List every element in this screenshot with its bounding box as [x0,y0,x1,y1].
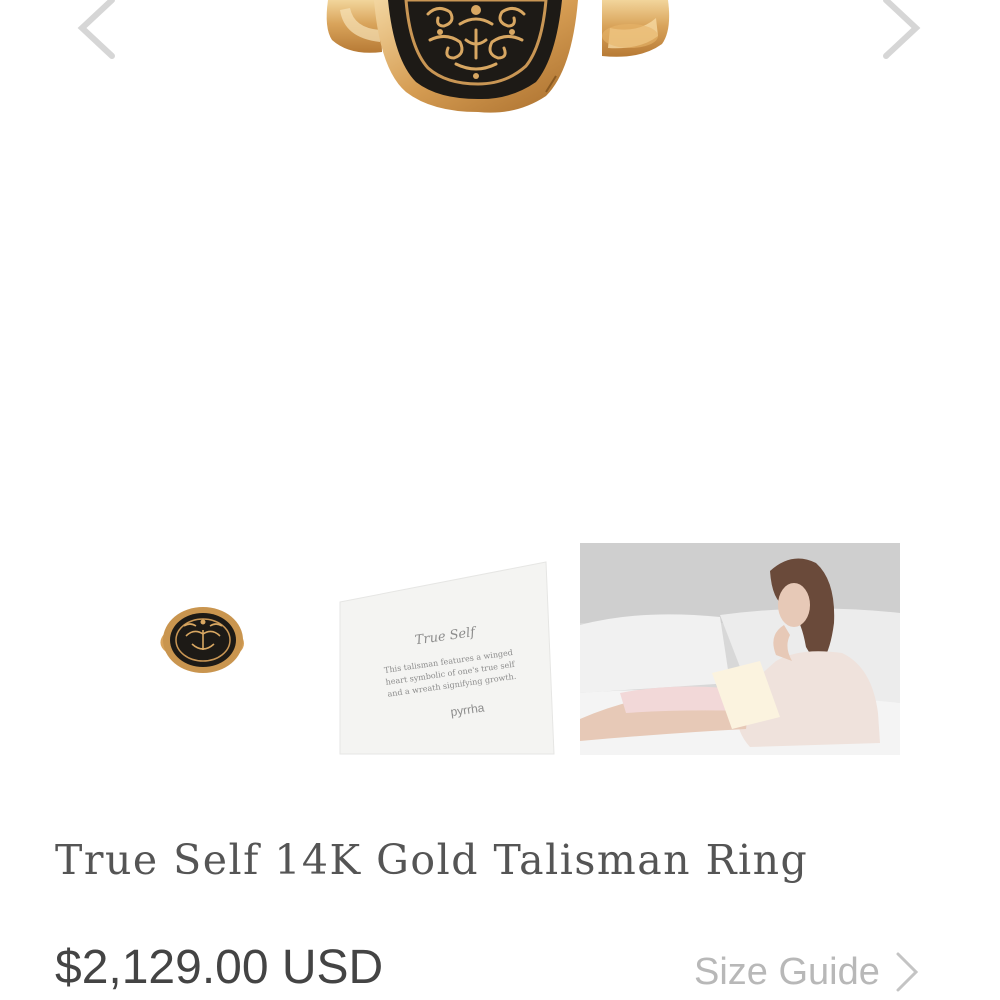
chevron-right-icon [883,0,921,59]
product-title: True Self 14K Gold Talisman Ring [55,836,809,884]
lifestyle-thumbnail-image [580,543,900,755]
gallery-prev-button[interactable] [66,0,126,60]
ring-thumbnail-image [100,540,320,755]
thumbnail-lifestyle[interactable] [580,543,900,755]
thumbnail-ring[interactable] [100,540,320,755]
size-guide-label: Size Guide [694,950,880,993]
product-gallery [0,0,1000,520]
gallery-next-button[interactable] [872,0,932,60]
thumbnail-card[interactable]: True Self This talisman features a winge… [338,558,556,758]
chevron-right-icon [896,952,919,992]
product-price: $2,129.00 USD [55,941,384,994]
chevron-left-icon [77,0,115,59]
main-product-image[interactable] [310,0,690,115]
thumbnail-strip: True Self This talisman features a winge… [0,540,1000,760]
card-thumbnail-image: True Self This talisman features a winge… [339,561,555,755]
size-guide-link[interactable]: Size Guide [694,950,920,994]
ring-image [326,0,670,113]
